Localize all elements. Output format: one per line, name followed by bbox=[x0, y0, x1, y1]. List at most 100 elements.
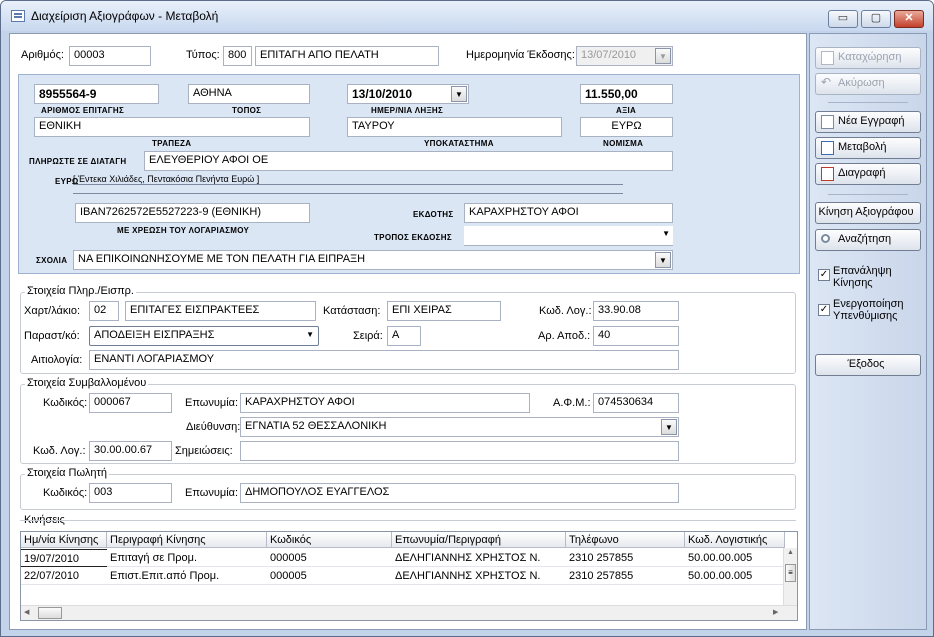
payment-group-title: Στοιχεία Πληρ./Εισπρ. bbox=[25, 285, 136, 297]
address-select[interactable]: ΕΓΝΑΤΙΑ 52 ΘΕΣΣΑΛΟΝΙΚΗ ▼ bbox=[240, 417, 679, 437]
scroll-left-icon[interactable]: ◀ bbox=[24, 608, 29, 616]
reminder-checkbox[interactable]: ✓ bbox=[818, 304, 830, 316]
party-notes-label: Σημειώσεις: bbox=[175, 445, 233, 457]
chevron-down-icon[interactable]: ▼ bbox=[655, 252, 671, 268]
separator bbox=[828, 194, 908, 195]
pay-to-label: ΠΛΗΡΩΣΤΕ ΣΕ ΔΙΑΤΑΓΗ bbox=[29, 157, 127, 166]
search-icon bbox=[821, 234, 830, 243]
branch-field[interactable]: ΤΑΥΡΟΥ bbox=[347, 117, 562, 137]
xart-code-field[interactable]: 02 bbox=[89, 301, 119, 321]
cell-name: ΔΕΛΗΓΙΑΝΝΗΣ ΧΡΗΣΤΟΣ Ν. bbox=[392, 549, 566, 567]
movements-divider bbox=[20, 520, 796, 521]
party-code-field[interactable]: 000067 bbox=[89, 393, 172, 413]
vertical-scrollbar[interactable]: ▲ ≡ bbox=[783, 548, 797, 605]
place-field[interactable]: ΑΘΗΝΑ bbox=[188, 84, 310, 104]
number-field[interactable]: 00003 bbox=[69, 46, 151, 66]
cheque-movement-button[interactable]: Κίνηση Αξιογράφου bbox=[815, 202, 921, 224]
edit-document-icon bbox=[821, 141, 834, 155]
col-header-code[interactable]: Κωδικός bbox=[267, 532, 392, 548]
chevron-down-icon: ▼ bbox=[655, 48, 671, 64]
movements-grid: Ημ/νία Κίνησης Περιγραφή Κίνησης Κωδικός… bbox=[20, 531, 798, 621]
scroll-right-icon[interactable]: ▶ bbox=[773, 608, 778, 616]
type-code-field[interactable]: 800 bbox=[223, 46, 252, 66]
exit-button[interactable]: Έξοδος bbox=[815, 354, 921, 376]
delete-button[interactable]: Διαγραφή bbox=[815, 163, 921, 185]
party-name-label: Επωνυμία: bbox=[185, 397, 239, 409]
issue-date-label: Ημερομηνία Έκδοσης: bbox=[466, 49, 575, 61]
search-button[interactable]: Αναζήτηση bbox=[815, 229, 921, 251]
horizontal-scrollbar[interactable]: ◀ ▶ bbox=[21, 605, 797, 620]
table-row[interactable]: 22/07/2010 Επιστ.Επιτ.από Προμ. 000005 Δ… bbox=[21, 567, 785, 585]
edit-label: Μεταβολή bbox=[838, 141, 887, 153]
seller-group: Στοιχεία Πωλητή Κωδικός: 003 Επωνυμία: Δ… bbox=[20, 467, 796, 510]
chevron-down-icon: ▼ bbox=[306, 330, 314, 339]
scroll-up-icon[interactable]: ▲ bbox=[787, 549, 794, 556]
save-button[interactable]: Καταχώρηση bbox=[815, 47, 921, 69]
kodlog-field: 33.90.08 bbox=[593, 301, 679, 321]
reminder-label: Ενεργοποίηση Υπενθύμισης bbox=[833, 298, 904, 322]
seira-field[interactable]: Α bbox=[387, 326, 421, 346]
cheque-number-field[interactable]: 8955564-9 bbox=[34, 84, 159, 104]
repeat-movement-checkbox[interactable]: ✓ bbox=[818, 269, 830, 281]
party-kodlog-label: Κωδ. Λογ.: bbox=[33, 445, 86, 457]
cell-date: 22/07/2010 bbox=[21, 567, 107, 585]
aitiol-field[interactable]: ΕΝΑΝΤΙ ΛΟΓΑΡΙΑΣΜΟΥ bbox=[89, 350, 679, 370]
edit-button[interactable]: Μεταβολή bbox=[815, 137, 921, 159]
issuer-field[interactable]: ΚΑΡΑΧΡΗΣΤΟΥ ΑΦΟΙ bbox=[464, 203, 673, 223]
delete-label: Διαγραφή bbox=[838, 167, 886, 179]
type-label: Τύπος: bbox=[186, 49, 220, 61]
number-label: Αριθμός: bbox=[21, 49, 64, 61]
currency-field[interactable]: ΕΥΡΩ bbox=[580, 117, 673, 137]
hscroll-thumb[interactable] bbox=[38, 607, 62, 619]
minimize-button[interactable]: ▭ bbox=[828, 10, 858, 28]
seller-code-field[interactable]: 003 bbox=[89, 483, 172, 503]
new-record-button[interactable]: Νέα Εγγραφή bbox=[815, 111, 921, 133]
party-group-title: Στοιχεία Συμβαλλομένου bbox=[25, 377, 149, 389]
col-header-account[interactable]: Κωδ. Λογιστικής bbox=[685, 532, 785, 548]
place-label: ΤΟΠΟΣ bbox=[232, 106, 262, 115]
scroll-thumb-grip[interactable]: ≡ bbox=[785, 564, 796, 582]
type-desc-field: ΕΠΙΤΑΓΗ ΑΠΟ ΠΕΛΑΤΗ bbox=[255, 46, 439, 66]
aitiol-label: Αιτιολογία: bbox=[31, 354, 83, 366]
parast-select[interactable]: ΑΠΟΔΕΙΞΗ ΕΙΣΠΡΑΞΗΣ ▼ bbox=[89, 326, 319, 346]
notes-label: ΣΧΟΛΙΑ bbox=[36, 256, 68, 265]
amount-field[interactable]: 11.550,00 bbox=[580, 84, 673, 104]
undo-icon: ↶ bbox=[821, 75, 832, 89]
pay-to-field[interactable]: ΕΛΕΥΘΕΡΙΟΥ ΑΦΟΙ ΟΕ bbox=[144, 151, 673, 171]
bank-field[interactable]: ΕΘΝΙΚΗ bbox=[34, 117, 310, 137]
close-button[interactable]: ✕ bbox=[894, 10, 924, 28]
col-header-phone[interactable]: Τηλέφωνο bbox=[566, 532, 685, 548]
calendar-dropdown-icon[interactable]: ▼ bbox=[451, 86, 467, 102]
table-row[interactable]: 19/07/2010 Επιταγή σε Πρoμ. 000005 ΔΕΛΗΓ… bbox=[21, 549, 785, 567]
main-window: Διαχείριση Αξιογράφων - Μεταβολή ▭ ▢ ✕ Α… bbox=[0, 0, 934, 637]
due-date-value: 13/10/2010 bbox=[352, 87, 413, 101]
col-header-name[interactable]: Επωνυμία/Περιγραφή bbox=[392, 532, 566, 548]
new-document-icon bbox=[821, 115, 834, 129]
cell-name: ΔΕΛΗΓΙΑΝΝΗΣ ΧΡΗΣΤΟΣ Ν. bbox=[392, 567, 566, 585]
bank-label: ΤΡΑΠΕΖΑ bbox=[152, 139, 192, 148]
col-header-desc[interactable]: Περιγραφή Κίνησης bbox=[107, 532, 267, 548]
title-bar[interactable]: Διαχείριση Αξιογράφων - Μεταβολή ▭ ▢ ✕ bbox=[1, 1, 933, 31]
party-group: Στοιχεία Συμβαλλομένου Κωδικός: 000067 Ε… bbox=[20, 377, 796, 464]
cell-code: 000005 bbox=[267, 549, 392, 567]
seller-name-label: Επωνυμία: bbox=[185, 487, 239, 499]
party-notes-field[interactable] bbox=[240, 441, 679, 461]
chevron-down-icon[interactable]: ▼ bbox=[661, 419, 677, 435]
col-header-date[interactable]: Ημ/νία Κίνησης bbox=[21, 532, 107, 548]
afm-field: 074530634 bbox=[593, 393, 679, 413]
seller-name-field: ΔΗΜΟΠΟΥΛΟΣ ΕΥΑΓΓΕΛΟΣ bbox=[240, 483, 679, 503]
parast-label: Παραστ/κό: bbox=[24, 330, 80, 342]
cancel-button[interactable]: ↶ Ακύρωση bbox=[815, 73, 921, 95]
window-title: Διαχείριση Αξιογράφων - Μεταβολή bbox=[31, 9, 219, 23]
cell-desc: Επιστ.Επιτ.από Προμ. bbox=[107, 567, 267, 585]
arapod-field[interactable]: 40 bbox=[593, 326, 679, 346]
due-date-field[interactable]: 13/10/2010 ▼ bbox=[347, 84, 469, 104]
iban-field[interactable]: IBAN7262572E5527223-9 (ΕΘΝΙΚΗ) bbox=[75, 203, 310, 223]
repeat-movement-label: Επανάληψη Κίνησης bbox=[833, 265, 892, 289]
notes-select[interactable]: ΝΑ ΕΠΙΚΟΙΝΩΝΗΣΟΥΜΕ ΜΕ ΤΟΝ ΠΕΛΑΤΗ ΓΙΑ ΕΙΠ… bbox=[73, 250, 673, 270]
cell-code: 000005 bbox=[267, 567, 392, 585]
maximize-button[interactable]: ▢ bbox=[861, 10, 891, 28]
seller-group-title: Στοιχεία Πωλητή bbox=[25, 467, 109, 479]
issue-date-field: 13/07/2010 ▼ bbox=[576, 46, 673, 66]
method-select[interactable]: ▼ bbox=[464, 226, 673, 246]
